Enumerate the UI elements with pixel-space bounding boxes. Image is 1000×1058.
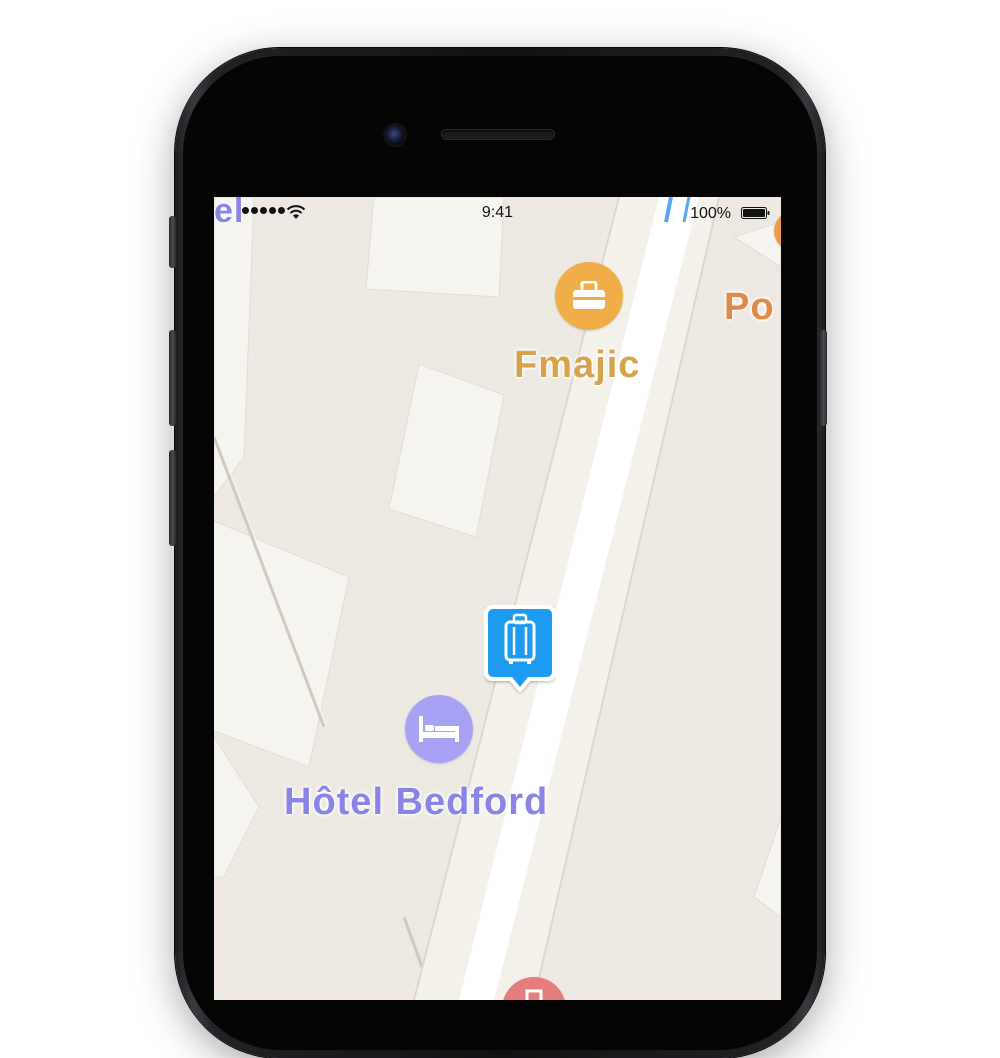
battery-full-icon [741, 207, 770, 219]
poi-label-fmajic[interactable]: Fmajic [514, 344, 640, 387]
partial-poi-label-right: Po [724, 286, 775, 328]
screen: el Po Fmajic Hôtel Bedford 9:41 100% [214, 197, 781, 1000]
poi-pin-fmajic[interactable] [555, 262, 623, 330]
bed-icon [419, 716, 459, 742]
mute-switch [169, 216, 176, 268]
poi-label-hotel-bedford[interactable]: Hôtel Bedford [284, 781, 548, 824]
volume-down-button [169, 450, 176, 546]
map-view[interactable] [214, 197, 781, 1000]
medical-cross-icon [525, 989, 543, 1000]
shopping-bag-icon [573, 281, 605, 309]
selected-location-pin[interactable] [484, 605, 556, 695]
poi-pin-hotel-bedford[interactable] [405, 695, 473, 763]
battery-percent: 100% [690, 205, 731, 222]
status-bar: 9:41 100% [214, 197, 781, 230]
volume-up-button [169, 330, 176, 426]
power-button [820, 330, 827, 426]
earpiece-speaker [442, 130, 554, 139]
front-camera [385, 125, 405, 145]
